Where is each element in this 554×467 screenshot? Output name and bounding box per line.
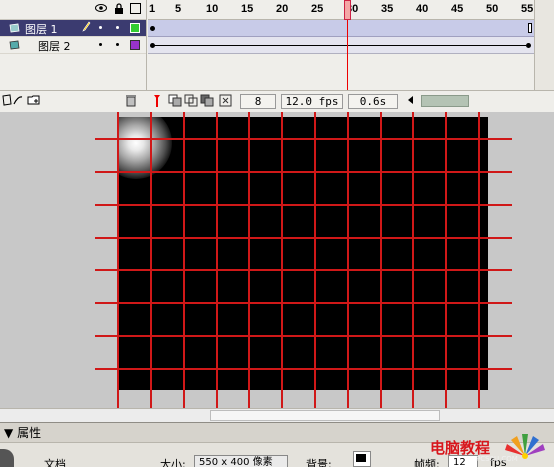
keyframe[interactable] xyxy=(150,26,155,31)
keyframe[interactable] xyxy=(526,43,531,48)
onion-skin-icon[interactable] xyxy=(168,94,182,109)
ruler-number: 35 xyxy=(381,3,394,15)
layer-row-1[interactable]: 图层 1 xyxy=(0,20,146,37)
scrollbar-thumb[interactable] xyxy=(210,410,440,421)
layer-name: 图层 1 xyxy=(25,23,58,36)
red-grid-lines xyxy=(95,112,512,408)
timeline-toolbar: 8 12.0 fps 0.6s xyxy=(0,90,554,112)
motion-tween-arrow xyxy=(154,45,526,46)
document-label: 文档 xyxy=(44,458,66,467)
layer-header xyxy=(0,0,146,20)
layer-color-box[interactable] xyxy=(130,23,140,33)
background-color-swatch[interactable] xyxy=(353,451,371,467)
stage-workspace[interactable] xyxy=(0,112,554,408)
visibility-dot[interactable] xyxy=(99,43,102,46)
stage-horizontal-scrollbar[interactable] xyxy=(0,408,554,422)
layer-color-box[interactable] xyxy=(130,40,140,50)
frame-grid[interactable] xyxy=(148,20,534,54)
watermark-logo: 电脑教程 PCS0U.COM xyxy=(428,432,554,467)
ruler-number: 50 xyxy=(486,3,499,15)
pencil-icon xyxy=(82,21,91,35)
onion-skin-outlines-icon[interactable] xyxy=(184,94,198,109)
ruler-number: 1 xyxy=(149,3,156,15)
guide-layer-icon[interactable] xyxy=(13,94,23,109)
current-frame-field[interactable]: 8 xyxy=(240,94,276,109)
size-button[interactable]: 550 x 400 像素 xyxy=(194,455,288,467)
end-frame[interactable] xyxy=(528,23,532,33)
ruler-number: 10 xyxy=(206,3,219,15)
frame-row-layer-2[interactable] xyxy=(148,37,534,54)
layer-list: 图层 1 图层 2 xyxy=(0,0,147,90)
elapsed-time-field[interactable]: 0.6s xyxy=(348,94,398,109)
ruler-number: 55 xyxy=(521,3,534,15)
folder-icon[interactable] xyxy=(27,94,41,109)
layer-name: 图层 2 xyxy=(38,40,71,53)
layer-icon xyxy=(9,40,20,50)
trash-icon[interactable] xyxy=(124,94,138,109)
layer-icon xyxy=(9,23,20,33)
frame-ruler[interactable]: 1 5 10 15 20 25 30 35 40 45 50 55 xyxy=(148,0,554,20)
frame-rate-field[interactable]: 12.0 fps xyxy=(281,94,343,109)
flash-editor-window: 图层 1 图层 2 1 5 10 15 20 25 30 35 40 45 50… xyxy=(0,0,554,467)
ruler-number: 20 xyxy=(276,3,289,15)
size-label: 大小: xyxy=(160,458,186,467)
frame-row-layer-1[interactable] xyxy=(148,20,534,37)
timeline-vertical-scrollbar[interactable] xyxy=(534,0,554,90)
collapse-triangle-icon[interactable]: ▼ xyxy=(4,426,13,440)
playhead[interactable] xyxy=(344,0,351,20)
add-layer-icon[interactable] xyxy=(2,94,12,109)
frame-area[interactable]: 1 5 10 15 20 25 30 35 40 45 50 55 xyxy=(148,0,554,100)
ruler-number: 45 xyxy=(451,3,464,15)
eye-icon[interactable] xyxy=(95,3,107,15)
lock-icon[interactable] xyxy=(113,3,125,15)
timeline-horizontal-scrollbar[interactable] xyxy=(421,95,469,107)
outline-icon[interactable] xyxy=(129,3,141,15)
edit-multiple-frames-icon[interactable] xyxy=(200,94,214,109)
layer-row-2[interactable]: 图层 2 xyxy=(0,37,146,54)
playhead-line xyxy=(347,20,348,100)
visibility-dot[interactable] xyxy=(99,26,102,29)
lock-dot[interactable] xyxy=(116,43,119,46)
timeline-panel: 图层 1 图层 2 1 5 10 15 20 25 30 35 40 45 50… xyxy=(0,0,554,112)
lock-dot[interactable] xyxy=(116,26,119,29)
ruler-number: 40 xyxy=(416,3,429,15)
swatch-color xyxy=(356,454,366,462)
scroll-left-icon[interactable] xyxy=(404,94,416,109)
ruler-number: 5 xyxy=(175,3,182,15)
ruler-number: 15 xyxy=(241,3,254,15)
document-icon xyxy=(0,449,14,467)
modify-onion-markers-icon[interactable] xyxy=(218,94,232,109)
properties-title: 属性 xyxy=(17,426,42,440)
center-frame-icon[interactable] xyxy=(153,94,161,109)
watermark-url: PCS0U.COM xyxy=(476,455,518,463)
background-label: 背景: xyxy=(306,458,332,467)
ruler-number: 25 xyxy=(311,3,324,15)
